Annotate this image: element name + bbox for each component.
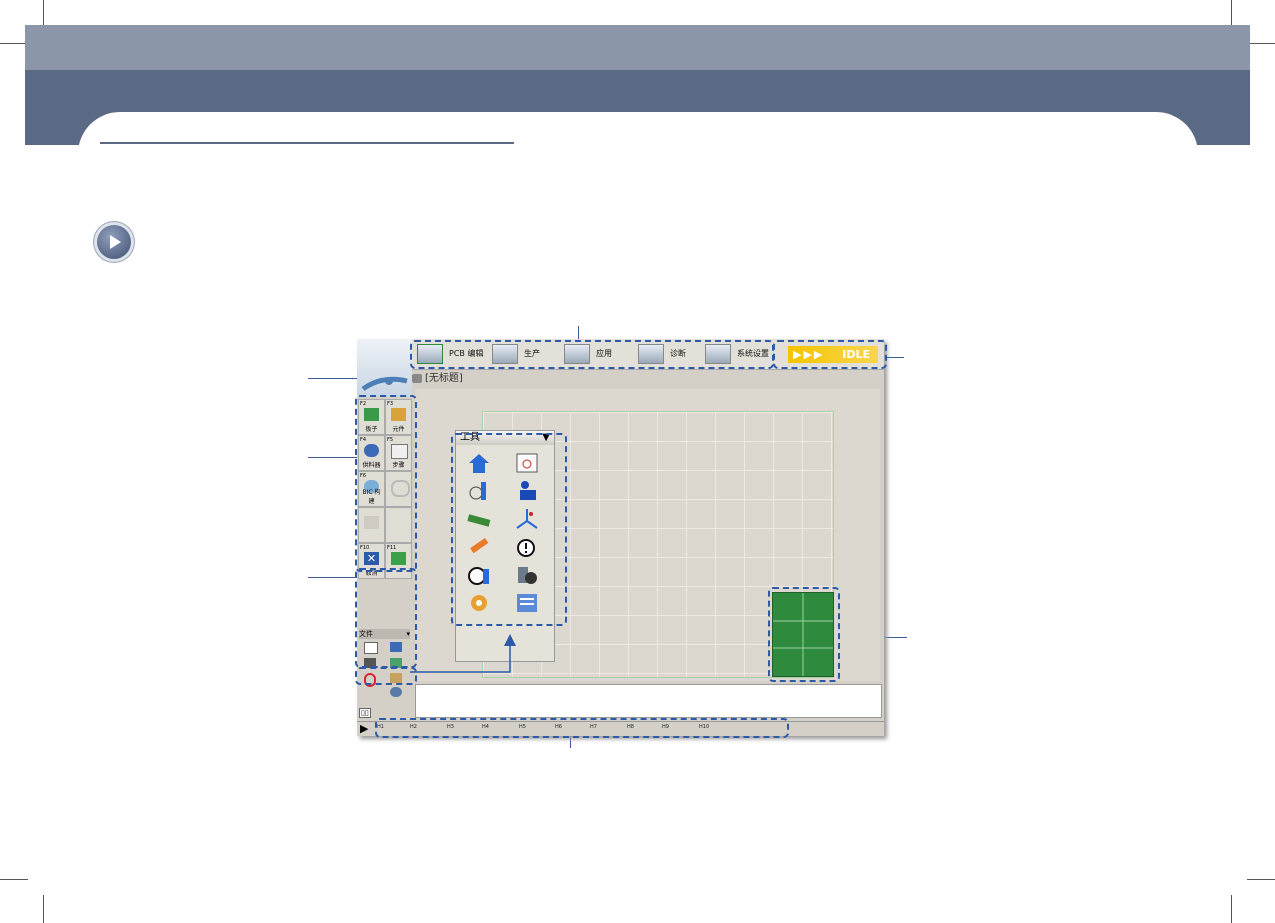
play-icon[interactable] — [97, 225, 131, 259]
highlight-fkeys — [355, 395, 417, 572]
crop-mark — [43, 895, 44, 923]
crop-mark — [1247, 879, 1275, 880]
globe-icon[interactable] — [390, 687, 402, 697]
highlight-board — [768, 587, 840, 682]
highlight-menu-bar — [410, 340, 774, 369]
highlight-tool-panel — [355, 667, 417, 685]
crop-mark — [1247, 43, 1275, 44]
logo — [357, 339, 412, 397]
message-area — [415, 684, 882, 718]
callout-line-status — [884, 357, 904, 358]
logo-swoosh-icon — [361, 376, 408, 392]
header-band-top — [25, 25, 1250, 70]
document-icon — [412, 373, 422, 383]
callout-line-file — [308, 577, 357, 578]
crop-mark — [1231, 895, 1232, 923]
highlight-status — [773, 340, 887, 369]
page-sheet — [78, 112, 1198, 232]
highlight-status-bar — [375, 718, 789, 738]
toolbox-link-arrow — [410, 634, 516, 673]
highlight-file-panel — [355, 568, 417, 668]
crop-mark — [0, 879, 28, 880]
crop-mark — [1231, 0, 1232, 28]
callout-line-menu — [578, 326, 579, 339]
callout-line-fkeys — [308, 457, 357, 458]
document-title-tab[interactable]: [无标题] — [412, 371, 772, 387]
crop-mark — [0, 43, 28, 44]
run-icon[interactable]: ▶ — [360, 722, 368, 735]
highlight-toolbox — [451, 433, 567, 626]
crop-mark — [43, 0, 44, 28]
bottom-tool-label[interactable]: ▯▯ — [359, 708, 371, 718]
document-title: [无标题] — [425, 373, 463, 384]
title-underline — [100, 142, 514, 144]
